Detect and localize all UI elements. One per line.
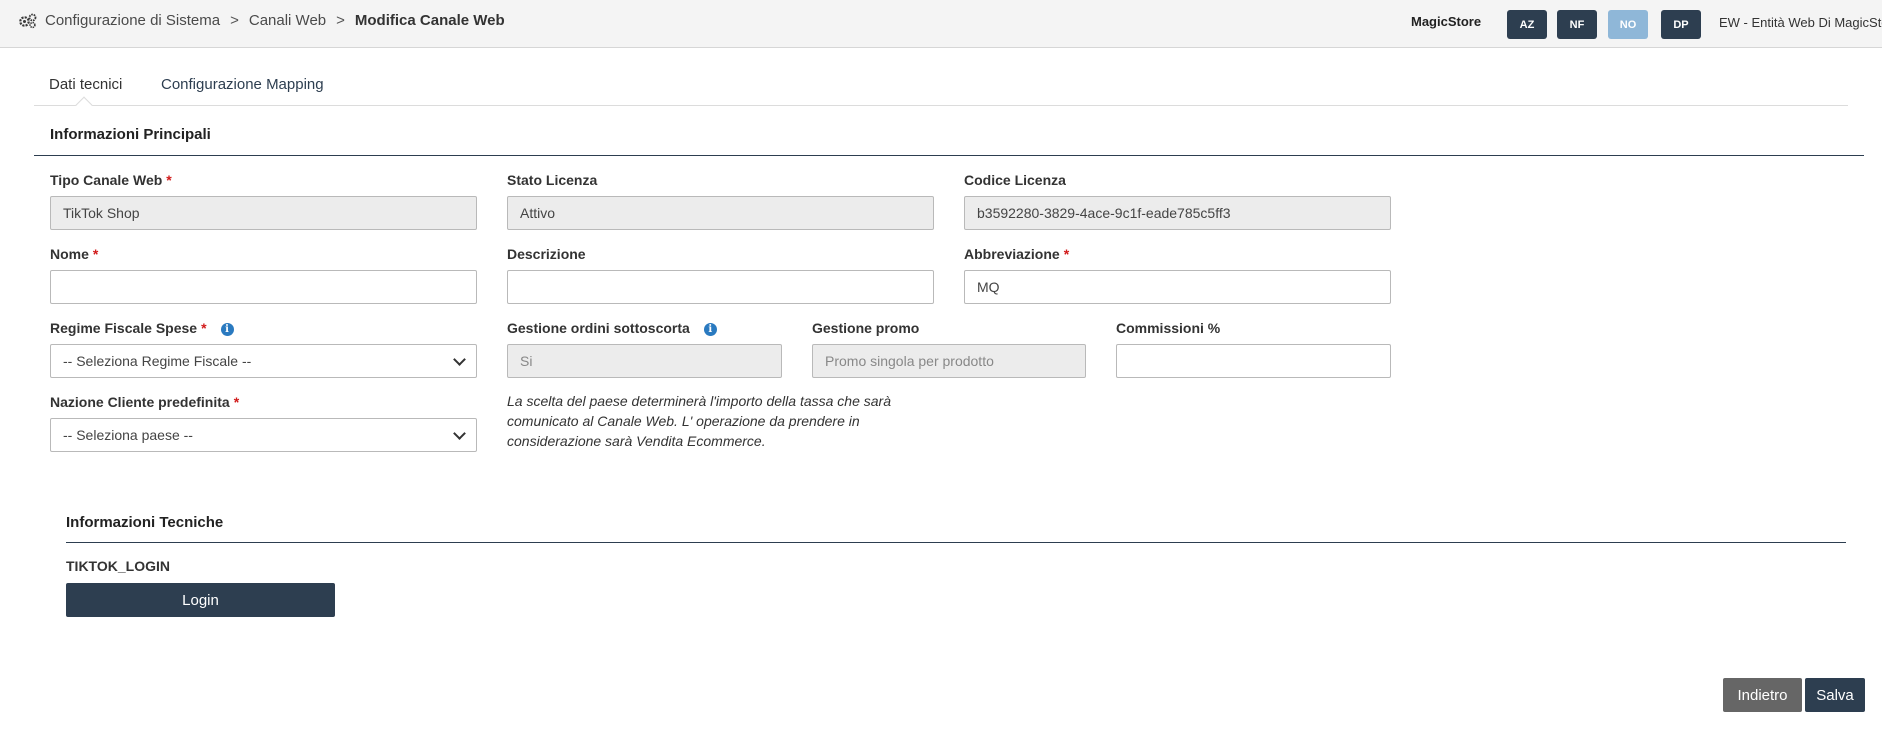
required-mark: * (233, 394, 240, 410)
tab-configurazione-mapping[interactable]: Configurazione Mapping (161, 76, 324, 93)
label-regime-fiscale: Regime Fiscale Spese * i (50, 320, 234, 336)
tax-note: La scelta del paese determinerà l'import… (507, 393, 891, 449)
chip-no[interactable]: NO (1608, 10, 1648, 39)
section-title-principali: Informazioni Principali (50, 126, 211, 143)
entity-name[interactable]: EW - Entità Web Di MagicStore (1719, 15, 1882, 30)
required-mark: * (92, 246, 99, 262)
tipo-canale-field: TikTok Shop (50, 196, 477, 230)
required-mark: * (166, 172, 172, 188)
chevron-down-icon (453, 426, 466, 440)
regime-fiscale-select[interactable]: -- Seleziona Regime Fiscale -- (50, 344, 477, 378)
label-tipo-canale: Tipo Canale Web * (50, 172, 172, 188)
nazione-selected: -- Seleziona paese -- (63, 427, 193, 443)
label-stato-licenza: Stato Licenza (507, 172, 598, 188)
breadcrumb-item-configurazione[interactable]: Configurazione di Sistema (45, 12, 220, 29)
chip-az[interactable]: AZ (1507, 10, 1547, 39)
nome-input[interactable] (50, 270, 477, 304)
chevron-down-icon (453, 352, 466, 366)
commissioni-input[interactable] (1116, 344, 1391, 378)
save-button[interactable]: Salva (1805, 678, 1865, 712)
section-divider (34, 155, 1864, 156)
info-icon[interactable]: i (703, 323, 717, 336)
active-tab-indicator (75, 96, 93, 114)
stato-licenza-field: Attivo (507, 196, 934, 230)
label-abbreviazione: Abbreviazione * (964, 246, 1070, 262)
gears-icon (19, 13, 37, 28)
gestione-promo-field: Promo singola per prodotto (812, 344, 1086, 378)
nazione-select[interactable]: -- Seleziona paese -- (50, 418, 477, 452)
abbreviazione-input[interactable]: MQ (964, 270, 1391, 304)
breadcrumb: Configurazione di Sistema > Canali Web >… (18, 12, 505, 29)
label-gestione-promo: Gestione promo (812, 320, 920, 336)
label-commissioni: Commissioni % (1116, 320, 1221, 336)
info-icon[interactable]: i (220, 323, 234, 336)
login-button[interactable]: Login (66, 583, 335, 617)
chip-nf[interactable]: NF (1557, 10, 1597, 39)
label-descrizione: Descrizione (507, 246, 586, 262)
label-codice-licenza: Codice Licenza (964, 172, 1066, 188)
required-mark: * (1063, 246, 1070, 262)
breadcrumb-separator: > (230, 12, 239, 29)
back-button[interactable]: Indietro (1723, 678, 1802, 712)
section-title-tecniche: Informazioni Tecniche (66, 514, 224, 531)
tab-bar: Dati tecnici Configurazione Mapping (34, 66, 1848, 114)
breadcrumb-item-canali-web[interactable]: Canali Web (249, 12, 326, 29)
gestione-sottoscorta-field: Si (507, 344, 782, 378)
regime-fiscale-selected: -- Seleziona Regime Fiscale -- (63, 353, 252, 369)
label-nome: Nome * (50, 246, 99, 262)
breadcrumb-current: Modifica Canale Web (354, 12, 505, 29)
label-tiktok-login: TIKTOK_LOGIN (66, 558, 170, 574)
required-mark: * (201, 320, 207, 336)
store-name: MagicStore (1411, 14, 1482, 29)
chip-dp[interactable]: DP (1661, 10, 1701, 39)
label-gestione-sottoscorta: Gestione ordini sottoscorta i (507, 320, 717, 336)
section-divider (66, 542, 1846, 543)
descrizione-input[interactable] (507, 270, 934, 304)
tab-dati-tecnici[interactable]: Dati tecnici (49, 76, 122, 93)
breadcrumb-separator: > (336, 12, 345, 29)
label-nazione: Nazione Cliente predefinita * (50, 394, 240, 410)
codice-licenza-field: b3592280-3829-4ace-9c1f-eade785c5ff3 (964, 196, 1391, 230)
top-bar: Configurazione di Sistema > Canali Web >… (0, 0, 1882, 48)
